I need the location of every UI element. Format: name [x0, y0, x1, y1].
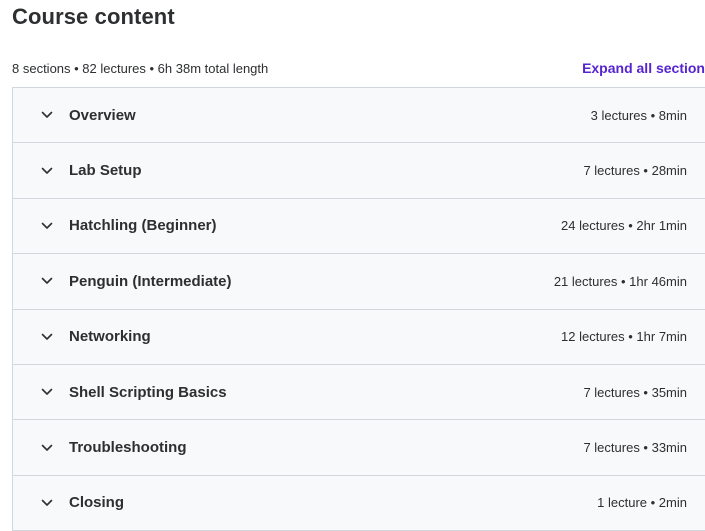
- section-title: Troubleshooting: [69, 439, 187, 457]
- section-meta: 7 lectures • 33min: [583, 440, 687, 456]
- section-title: Lab Setup: [69, 162, 142, 180]
- section-overview[interactable]: Overview 3 lectures • 8min: [13, 88, 705, 144]
- section-title: Overview: [69, 106, 136, 124]
- section-meta: 7 lectures • 35min: [583, 384, 687, 400]
- section-penguin[interactable]: Penguin (Intermediate) 21 lectures • 1hr…: [13, 254, 705, 310]
- section-troubleshooting[interactable]: Troubleshooting 7 lectures • 33min: [13, 420, 705, 476]
- section-networking[interactable]: Networking 12 lectures • 1hr 7min: [13, 309, 705, 365]
- section-lab-setup[interactable]: Lab Setup 7 lectures • 28min: [13, 143, 705, 199]
- course-summary: 8 sections • 82 lectures • 6h 38m total …: [12, 60, 269, 76]
- chevron-down-icon: [41, 386, 53, 398]
- chevron-down-icon: [41, 275, 53, 287]
- section-closing[interactable]: Closing 1 lecture • 2min: [13, 475, 705, 531]
- chevron-down-icon: [41, 497, 53, 509]
- section-meta: 7 lectures • 28min: [583, 163, 687, 179]
- section-meta: 24 lectures • 2hr 1min: [561, 218, 687, 234]
- section-title: Penguin (Intermediate): [69, 272, 232, 290]
- section-title: Hatchling (Beginner): [69, 217, 217, 235]
- chevron-down-icon: [41, 220, 53, 232]
- expand-all-sections-button[interactable]: Expand all section: [582, 60, 705, 76]
- section-shell-scripting[interactable]: Shell Scripting Basics 7 lectures • 35mi…: [13, 364, 705, 421]
- section-list: Overview 3 lectures • 8min Lab Setup 7 l…: [12, 87, 705, 531]
- page-title: Course content: [12, 4, 175, 29]
- section-meta: 12 lectures • 1hr 7min: [561, 329, 687, 345]
- section-title: Shell Scripting Basics: [69, 383, 227, 401]
- section-title: Closing: [69, 494, 124, 512]
- chevron-down-icon: [41, 442, 53, 454]
- section-meta: 3 lectures • 8min: [590, 107, 687, 123]
- section-meta: 21 lectures • 1hr 46min: [553, 273, 687, 289]
- section-meta: 1 lecture • 2min: [597, 495, 687, 511]
- course-content-panel: Course content 8 sections • 82 lectures …: [0, 0, 705, 531]
- chevron-down-icon: [41, 331, 53, 343]
- course-summary-row: 8 sections • 82 lectures • 6h 38m total …: [12, 60, 705, 76]
- section-title: Networking: [69, 328, 151, 346]
- chevron-down-icon: [41, 165, 53, 177]
- chevron-down-icon: [41, 109, 53, 121]
- section-hatchling[interactable]: Hatchling (Beginner) 24 lectures • 2hr 1…: [13, 198, 705, 255]
